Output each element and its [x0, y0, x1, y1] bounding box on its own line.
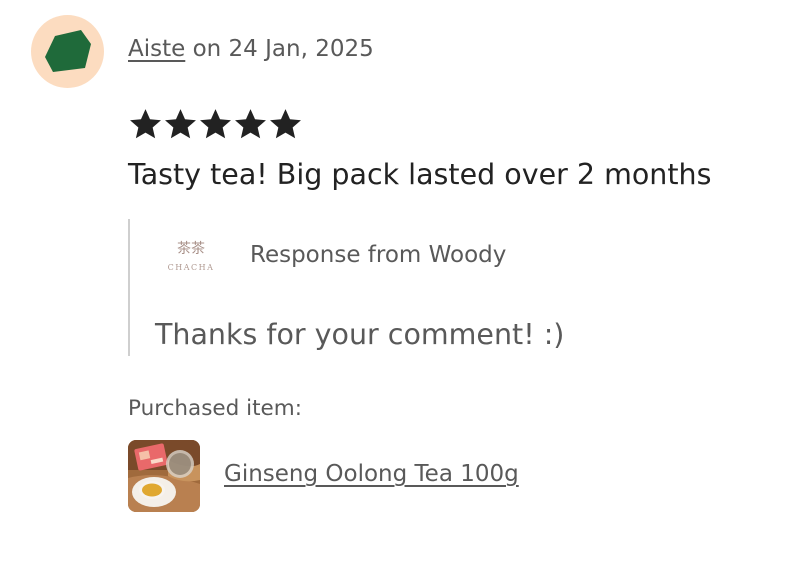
star-rating [128, 104, 303, 146]
star-icon [235, 109, 266, 139]
shop-logo-icon: 茶茶 CHACHA [168, 241, 215, 272]
pentagon-avatar-icon [45, 30, 91, 72]
review-text: Tasty tea! Big pack lasted over 2 months [128, 158, 712, 191]
product-thumbnail[interactable] [128, 440, 200, 512]
purchased-item-link[interactable]: Ginseng Oolong Tea 100g [224, 459, 519, 489]
reviewer-avatar[interactable] [31, 15, 104, 88]
shop-logo-name: CHACHA [168, 263, 215, 272]
star-icon [130, 109, 161, 139]
response-text: Thanks for your comment! :) [155, 318, 565, 351]
shop-logo-glyphs: 茶茶 [177, 241, 205, 257]
review-date: on 24 Jan, 2025 [185, 36, 374, 62]
purchased-item-label: Purchased item: [128, 396, 302, 421]
star-icon [165, 109, 196, 139]
product-photo-icon [128, 440, 200, 512]
response-header: Response from Woody [250, 242, 507, 268]
star-icon [270, 109, 301, 139]
review-header: Aiste on 24 Jan, 2025 [128, 34, 374, 64]
reviewer-name-link[interactable]: Aiste [128, 36, 185, 62]
star-icon [200, 109, 231, 139]
seller-response: 茶茶 CHACHA Response from Woody Thanks for… [128, 219, 690, 356]
